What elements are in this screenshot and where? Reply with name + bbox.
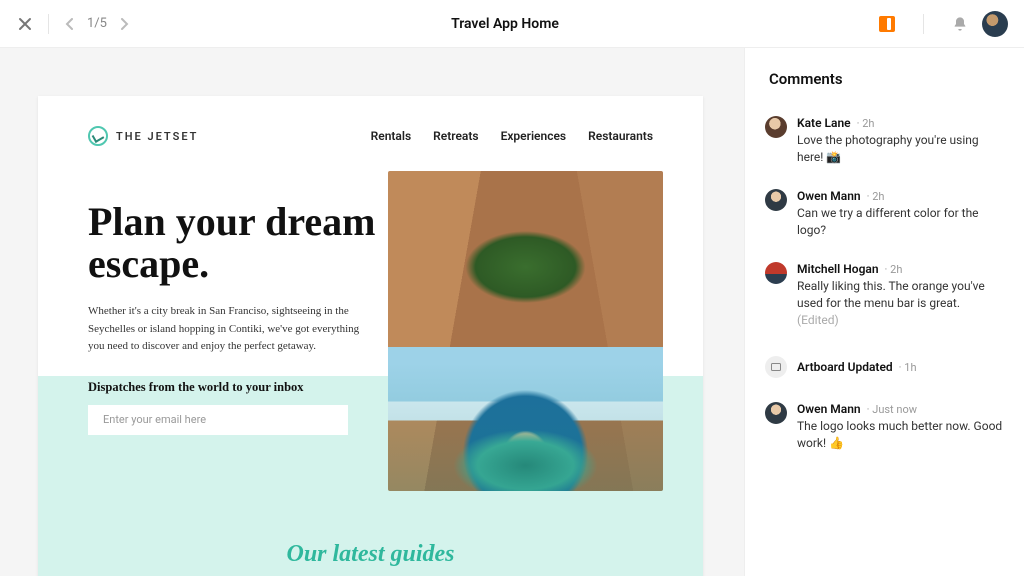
canvas[interactable]: THE JETSET Rentals Retreats Experiences …: [0, 48, 744, 576]
section-title: Our latest guides: [38, 541, 703, 568]
page-title: Travel App Home: [131, 16, 879, 32]
comment-author: Owen Mann: [797, 402, 861, 416]
main: THE JETSET Rentals Retreats Experiences …: [0, 48, 1024, 576]
logo: THE JETSET: [88, 126, 198, 146]
comments-header: Comments: [745, 70, 1024, 106]
comment-avatar: [765, 189, 787, 211]
panel-toggle-button[interactable]: [879, 16, 895, 32]
comment-text: Really liking this. The orange you've us…: [797, 278, 1004, 330]
comment-author: Owen Mann: [797, 189, 861, 203]
page-counter: 1/5: [63, 16, 131, 31]
nav-retreats[interactable]: Retreats: [433, 129, 478, 143]
close-button[interactable]: [16, 15, 34, 33]
comment-avatar: [765, 116, 787, 138]
comment-avatar: [765, 402, 787, 424]
chevron-right-icon: [119, 18, 129, 30]
divider: [48, 14, 49, 34]
system-event-label: Artboard Updated: [797, 360, 893, 374]
logo-text: THE JETSET: [116, 130, 198, 143]
artboard-nav: Rentals Retreats Experiences Restaurants: [371, 129, 653, 143]
email-input[interactable]: Enter your email here: [88, 405, 348, 435]
comment-text: Can we try a different color for the log…: [797, 205, 1004, 240]
newsletter-label: Dispatches from the world to your inbox: [88, 380, 378, 395]
notifications-button[interactable]: [952, 16, 968, 32]
comment-body: Owen Mann · 2h Can we try a different col…: [797, 189, 1004, 240]
comment-text: Love the photography you're using here! …: [797, 132, 1004, 167]
frame-icon: [770, 361, 782, 373]
topbar-actions: [879, 11, 1008, 37]
comment-time: · 2h: [885, 263, 903, 276]
user-avatar[interactable]: [982, 11, 1008, 37]
comment-avatar: [765, 262, 787, 284]
hero-subtitle: Whether it's a city break in San Francis…: [88, 303, 378, 356]
comments-panel: Comments Kate Lane · 2h Love the photogra…: [744, 48, 1024, 576]
comment[interactable]: Owen Mann · 2h Can we try a different col…: [745, 179, 1024, 252]
comment-author: Kate Lane: [797, 116, 851, 130]
edited-label: (Edited): [797, 313, 839, 327]
system-event: Artboard Updated · 1h: [745, 342, 1024, 392]
nav-experiences[interactable]: Experiences: [501, 129, 567, 143]
comment-body: Mitchell Hogan · 2h Really liking this. T…: [797, 262, 1004, 330]
comment-time: · 2h: [867, 190, 885, 203]
comment-body: Kate Lane · 2h Love the photography you'r…: [797, 116, 1004, 167]
chevron-left-icon: [65, 18, 75, 30]
comment[interactable]: Kate Lane · 2h Love the photography you'r…: [745, 106, 1024, 179]
comment[interactable]: Mitchell Hogan · 2h Really liking this. T…: [745, 252, 1024, 342]
comment[interactable]: Owen Mann · Just now The logo looks much …: [745, 392, 1024, 465]
bell-icon: [952, 16, 968, 32]
topbar: 1/5 Travel App Home: [0, 0, 1024, 48]
nav-rentals[interactable]: Rentals: [371, 129, 412, 143]
artboard-header: THE JETSET Rentals Retreats Experiences …: [38, 96, 703, 146]
prev-page-button[interactable]: [63, 17, 77, 31]
hero-text: Plan your dream escape. Whether it's a c…: [88, 201, 378, 435]
comment-body: Owen Mann · Just now The logo looks much …: [797, 402, 1004, 453]
artboard[interactable]: THE JETSET Rentals Retreats Experiences …: [38, 96, 703, 576]
hero-title: Plan your dream escape.: [88, 201, 378, 285]
email-placeholder: Enter your email here: [103, 413, 206, 426]
nav-restaurants[interactable]: Restaurants: [588, 129, 653, 143]
next-page-button[interactable]: [117, 17, 131, 31]
comment-time: · 2h: [857, 117, 875, 130]
page-display: 1/5: [87, 16, 107, 31]
logo-mark-icon: [88, 126, 108, 146]
artboard-updated-icon: [765, 356, 787, 378]
comment-author: Mitchell Hogan: [797, 262, 879, 276]
system-event-time: · 1h: [899, 361, 917, 374]
comment-time: · Just now: [867, 403, 917, 416]
close-icon: [18, 17, 32, 31]
divider: [923, 14, 924, 34]
comment-text: The logo looks much better now. Good wor…: [797, 418, 1004, 453]
hero-image: [388, 171, 663, 491]
